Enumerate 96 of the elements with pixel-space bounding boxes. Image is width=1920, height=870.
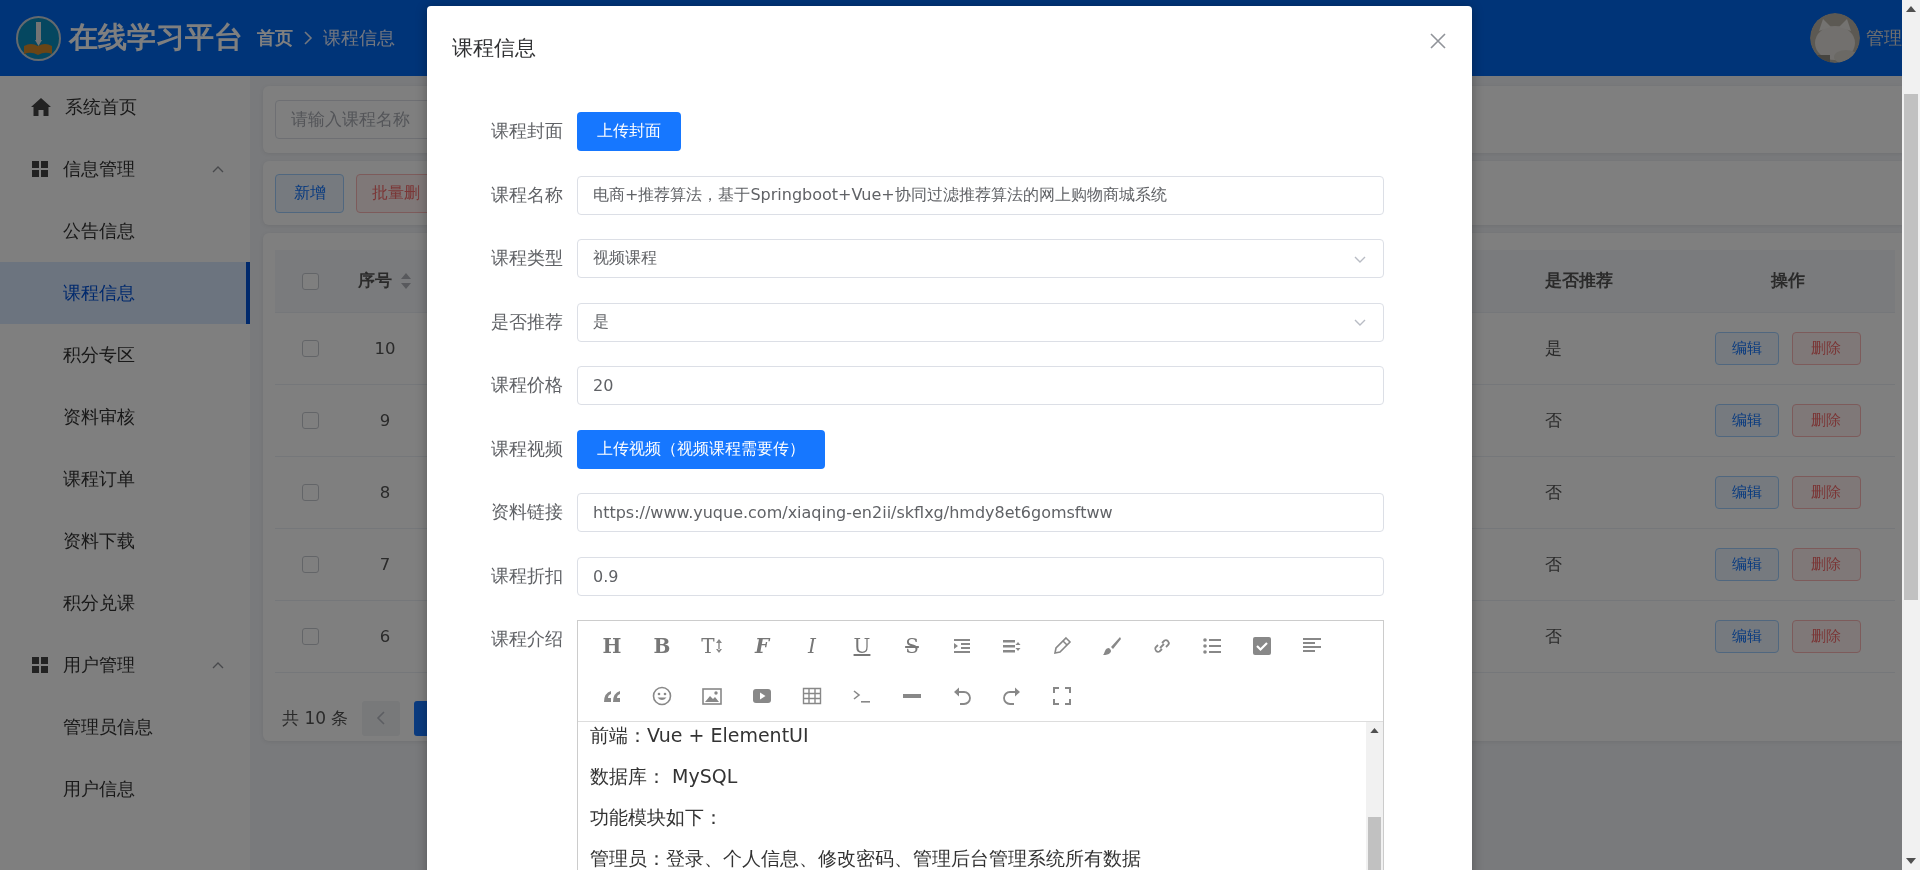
underline-button[interactable]: U — [847, 626, 877, 666]
font-family-button[interactable]: F — [747, 626, 777, 666]
sidebar-item[interactable]: 系统首页 — [0, 76, 250, 138]
scroll-down-arrow-icon — [1906, 858, 1916, 864]
checkbox[interactable] — [301, 340, 319, 357]
sidebar-group[interactable]: 信息管理 — [0, 138, 250, 200]
upload-button[interactable]: 上传封面 — [577, 112, 681, 151]
editor-text: 前端：Vue + ElementUI — [590, 724, 809, 746]
input-field[interactable]: 20 — [577, 366, 1384, 405]
scroll-up-arrow-icon — [1370, 728, 1379, 733]
table-cell: 6 — [379, 627, 391, 646]
table-cell: 10 — [374, 339, 396, 358]
table-cell: 7 — [379, 555, 391, 574]
sort-icon — [400, 272, 412, 290]
column-header: 操作 — [1770, 270, 1805, 292]
grid-icon — [31, 656, 49, 674]
input-field[interactable]: 电商+推荐算法，基于Springboot+Vue+协同过滤推荐算法的网上购物商城系统 — [577, 175, 1384, 215]
link-icon[interactable] — [1152, 636, 1172, 656]
edit-button[interactable]: 编辑 — [1714, 620, 1779, 653]
checkbox[interactable] — [301, 412, 319, 429]
table-cell: 否 — [1545, 626, 1562, 646]
column-header: 是否推荐 — [1545, 271, 1613, 290]
field-label: 课程名称 — [490, 183, 563, 207]
column-header[interactable]: 序号 — [358, 270, 392, 292]
table-cell: 是 — [1545, 338, 1562, 358]
bullet-list-icon[interactable] — [1202, 636, 1222, 656]
indent-icon[interactable] — [952, 636, 972, 656]
undo-icon[interactable] — [952, 686, 972, 706]
sidebar-item[interactable]: 管理员信息 — [0, 696, 250, 758]
select-field[interactable]: 视频课程 — [577, 239, 1384, 278]
breadcrumb-item[interactable]: 首页 — [257, 26, 293, 50]
editor-text: 管理员：登录、个人信息、修改密码、管理后台管理系统所有数据 — [590, 847, 1141, 869]
sidebar-item[interactable]: 积分兑课 — [0, 572, 250, 634]
table-cell: 否 — [1545, 482, 1562, 502]
input-field[interactable]: https://www.yuque.com/xiaqing-en2ii/skflxg/hmdy8et6gomsftww — [577, 493, 1384, 532]
strikethrough-button[interactable]: S — [897, 626, 927, 666]
input-field[interactable]: 0.9 — [577, 556, 1384, 596]
fullscreen-icon[interactable] — [1052, 686, 1072, 706]
sidebar-item[interactable]: 资料下载 — [0, 510, 250, 572]
logo-icon — [16, 15, 61, 61]
field-label: 课程类型 — [490, 247, 563, 270]
editor-text: 功能模块如下： — [590, 806, 723, 828]
select-field[interactable]: 是 — [577, 302, 1384, 342]
chevron-right-icon — [303, 31, 313, 45]
heading-button[interactable]: H — [597, 626, 627, 666]
table-cell: 否 — [1545, 554, 1562, 574]
add-button[interactable]: 新增 — [275, 173, 344, 213]
font-size-button[interactable]: T — [695, 626, 729, 666]
checkbox[interactable] — [301, 484, 319, 501]
field-label: 是否推荐 — [490, 310, 563, 334]
field-label: 课程介绍 — [490, 628, 563, 651]
chevron-left-icon — [376, 711, 387, 725]
pencil-icon[interactable] — [1052, 636, 1072, 656]
checkbox[interactable] — [301, 272, 319, 290]
edit-button[interactable]: 编辑 — [1714, 548, 1779, 581]
checkbox[interactable] — [301, 628, 319, 645]
up-down-arrow-icon — [714, 638, 723, 654]
sidebar-item[interactable]: 课程信息 — [0, 262, 250, 324]
edit-button[interactable]: 编辑 — [1714, 332, 1779, 365]
edit-button[interactable]: 编辑 — [1714, 476, 1779, 509]
app-title: 在线学习平台 — [69, 19, 239, 56]
home-icon — [31, 98, 51, 116]
italic-button[interactable]: I — [797, 626, 827, 666]
table-cell: 8 — [379, 483, 391, 502]
table-icon[interactable] — [802, 686, 822, 706]
sidebar-group[interactable]: 用户管理 — [0, 634, 250, 696]
upload-button[interactable]: 上传视频（视频课程需要传） — [577, 429, 825, 469]
grid-icon — [31, 160, 49, 178]
field-label: 课程折扣 — [490, 564, 563, 588]
dialog-title: 课程信息 — [452, 35, 536, 62]
sidebar-item[interactable]: 用户信息 — [0, 758, 250, 820]
field-label: 课程视频 — [490, 437, 563, 461]
field-label: 课程价格 — [490, 374, 563, 397]
image-icon[interactable] — [702, 686, 722, 706]
total-count: 共 10 条 — [282, 706, 349, 730]
sidebar-item[interactable]: 资料审核 — [0, 386, 250, 448]
bold-button[interactable]: B — [647, 626, 677, 666]
checkbox-icon[interactable] — [1252, 636, 1272, 656]
sidebar-item[interactable]: 公告信息 — [0, 200, 250, 262]
smiley-icon[interactable] — [652, 686, 672, 706]
sidebar-item[interactable]: 课程订单 — [0, 448, 250, 510]
editor-text: 数据库： MySQL — [590, 765, 738, 787]
sidebar-item[interactable]: 积分专区 — [0, 324, 250, 386]
video-icon[interactable] — [752, 686, 772, 706]
brush-icon[interactable] — [1102, 636, 1122, 656]
edit-button[interactable]: 编辑 — [1714, 404, 1779, 437]
breadcrumb-item: 课程信息 — [323, 26, 395, 50]
close-icon[interactable] — [1429, 32, 1447, 50]
checkbox[interactable] — [301, 556, 319, 573]
user-name[interactable]: 管理 — [1866, 26, 1902, 50]
scroll-up-arrow-icon — [1906, 6, 1916, 12]
redo-icon[interactable] — [1002, 686, 1022, 706]
table-cell: 9 — [379, 411, 391, 430]
field-label: 资料链接 — [490, 501, 563, 524]
rich-text-editor[interactable]: H B T F I U S 前端：Vue + ElementUI 数据库： MySQL 功能模块如下： 管理员：登录、个人信息、修改密码、管理后台管理系统所有数据 — [577, 620, 1384, 870]
table-cell: 否 — [1545, 410, 1562, 430]
